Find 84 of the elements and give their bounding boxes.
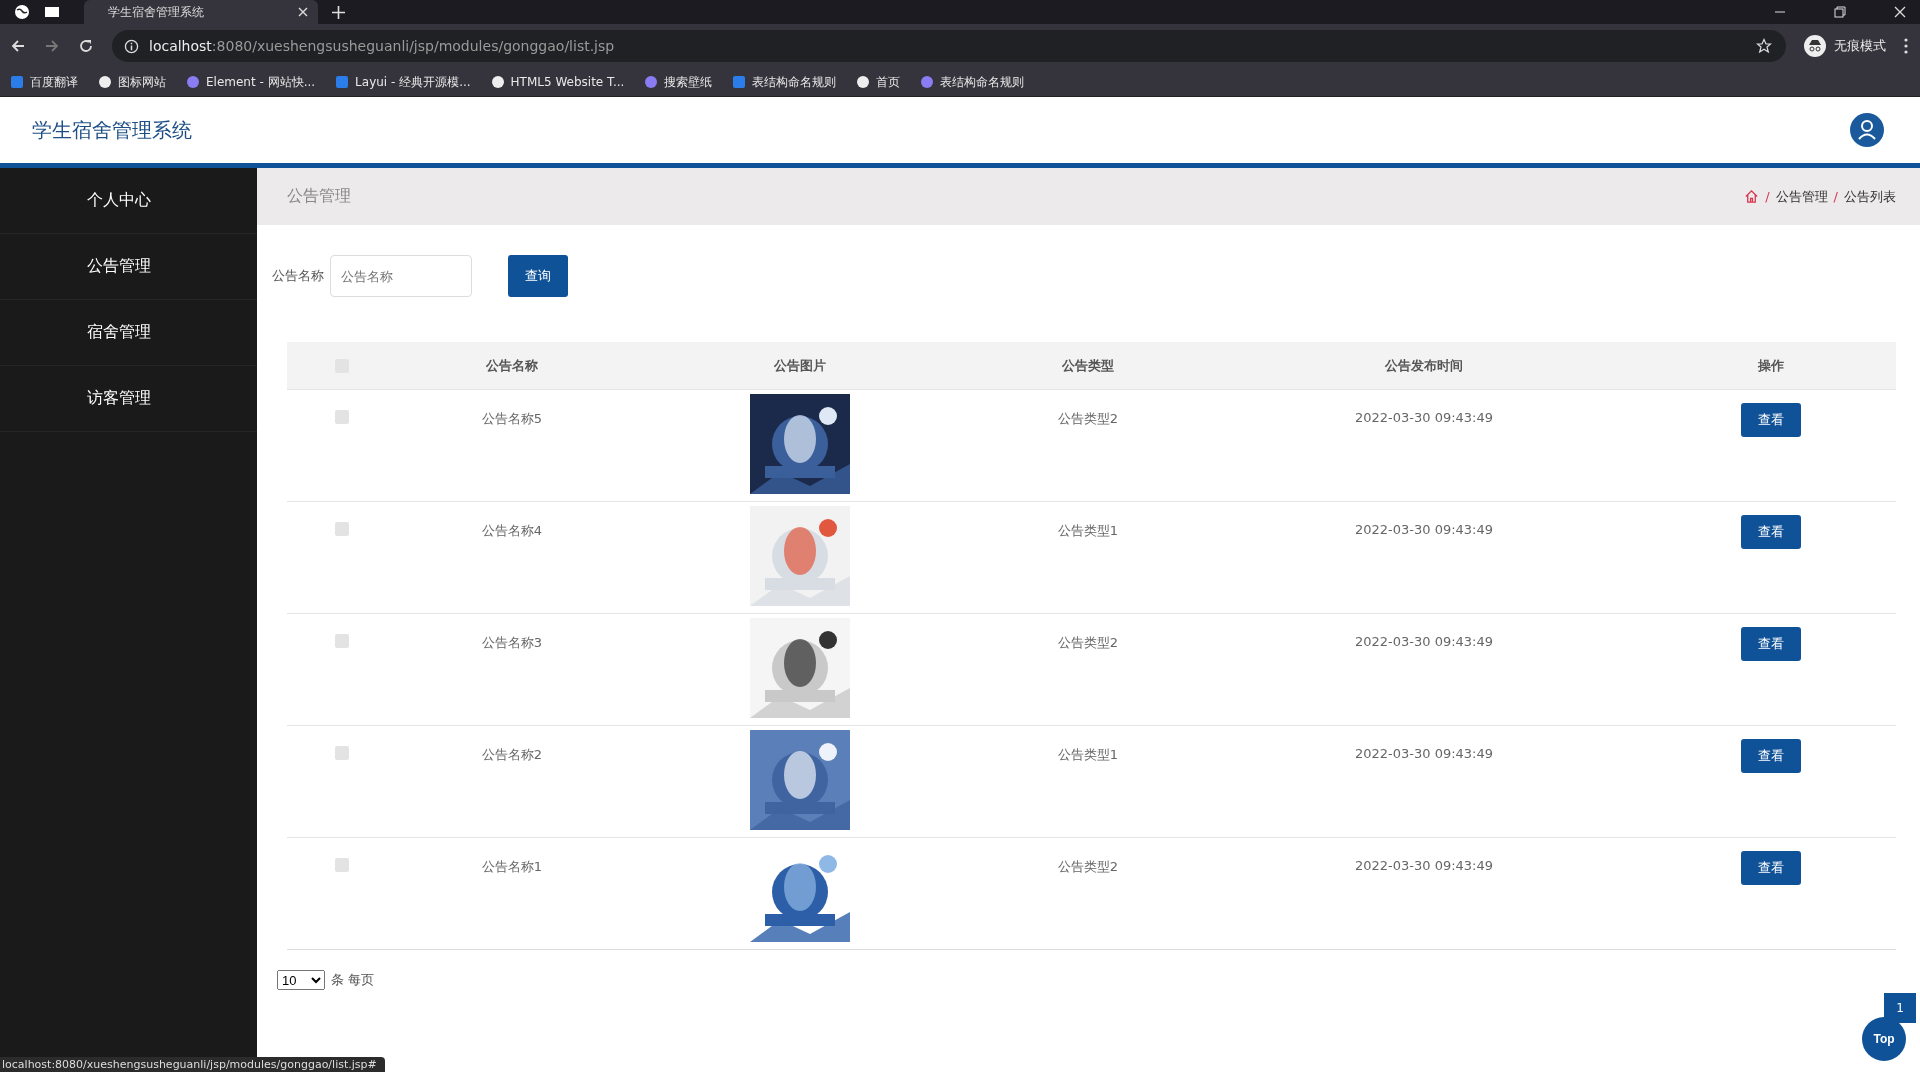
table-cell: 2022-03-30 09:43:49 <box>1354 746 1494 761</box>
table-cell: 公告类型2 <box>1057 634 1119 652</box>
bookmark[interactable]: Layui - 经典开源模... <box>335 73 471 91</box>
window-icon[interactable] <box>44 4 60 20</box>
home-icon[interactable] <box>1744 189 1760 204</box>
column-header: 公告发布时间 <box>1385 356 1463 375</box>
bookmark-icon <box>732 75 747 89</box>
back-to-top-button[interactable]: Top <box>1862 1017 1906 1061</box>
breadcrumb-separator: / <box>1833 189 1838 204</box>
breadcrumb-separator: / <box>1765 189 1770 204</box>
bookmark-icon <box>186 75 200 89</box>
bookmark-icon <box>856 75 871 89</box>
url-text: localhost:8080/xueshengsusheguanli/jsp/modules/gonggao/list.jsp <box>149 38 615 54</box>
bookmark-icon <box>10 75 24 89</box>
bookmark[interactable]: 图标网站 <box>98 73 166 91</box>
breadcrumb-link[interactable]: 公告管理 <box>1775 187 1828 206</box>
row-checkbox[interactable] <box>335 634 349 648</box>
view-button[interactable]: 查看 <box>1740 403 1801 437</box>
back-icon[interactable] <box>10 38 26 54</box>
column-header: 公告图片 <box>774 356 826 375</box>
table-cell: 公告名称2 <box>481 746 543 764</box>
row-checkbox[interactable] <box>335 522 349 536</box>
incognito-icon <box>1804 35 1826 57</box>
info-icon <box>124 38 139 54</box>
bookmark-icon <box>335 75 350 89</box>
browser-tab[interactable]: 学生宿舍管理系统 <box>84 0 318 24</box>
user-avatar-icon[interactable] <box>1850 113 1884 147</box>
star-icon[interactable] <box>1756 38 1772 54</box>
bookmark[interactable]: 首页 <box>856 73 901 91</box>
view-button[interactable]: 查看 <box>1740 627 1801 661</box>
bookmark[interactable]: 表结构命名规则 <box>732 73 837 91</box>
page-size-label: 条 每页 <box>331 971 375 989</box>
status-url: localhost:8080/xueshengsusheguanli/jsp/modules/gonggao/list.jsp# <box>0 1057 385 1072</box>
incognito-button[interactable]: 无痕模式 <box>1804 35 1886 57</box>
bookmark-icon <box>490 75 505 89</box>
row-checkbox[interactable] <box>335 410 349 424</box>
address-bar[interactable]: localhost:8080/xueshengsusheguanli/jsp/modules/gonggao/list.jsp <box>112 30 1786 62</box>
table-cell: 公告名称1 <box>481 858 543 876</box>
table-cell: 2022-03-30 09:43:49 <box>1354 522 1494 537</box>
search-label: 公告名称 <box>272 267 324 285</box>
close-icon[interactable] <box>1894 6 1906 18</box>
bookmark-icon <box>98 75 112 89</box>
search-field[interactable]: 公告名称 <box>330 255 472 297</box>
sidebar-item[interactable]: 宿舍管理 <box>0 300 257 366</box>
search-button[interactable]: 查询 <box>508 255 568 297</box>
bookmark-icon <box>920 75 935 89</box>
table-cell: 公告名称4 <box>481 522 543 540</box>
bookmark[interactable]: Element - 网站快... <box>186 73 316 91</box>
breadcrumb-link[interactable]: 公告列表 <box>1844 187 1896 206</box>
browser-icon[interactable] <box>14 4 30 20</box>
restore-icon[interactable] <box>1834 6 1846 18</box>
table-cell: 公告类型2 <box>1057 410 1119 428</box>
plus-icon[interactable] <box>332 5 345 19</box>
page-size-select[interactable]: 10 <box>277 970 325 990</box>
table-cell: 公告类型2 <box>1057 858 1119 876</box>
sidebar-item[interactable]: 访客管理 <box>0 366 257 432</box>
app-title: 学生宿舍管理系统 <box>32 116 192 144</box>
table-cell: 公告名称3 <box>481 634 543 652</box>
column-header: 操作 <box>1757 356 1784 375</box>
page-title: 公告管理 <box>287 186 351 207</box>
table-cell: 2022-03-30 09:43:49 <box>1354 634 1494 649</box>
row-checkbox[interactable] <box>335 858 349 872</box>
table-cell: 公告类型1 <box>1057 522 1119 540</box>
view-button[interactable]: 查看 <box>1740 515 1801 549</box>
column-header: 公告名称 <box>486 356 538 375</box>
view-button[interactable]: 查看 <box>1740 851 1801 885</box>
forward-icon[interactable] <box>44 38 60 54</box>
reload-icon[interactable] <box>78 38 94 54</box>
bookmark-icon <box>644 75 659 89</box>
bookmark[interactable]: 搜索壁纸 <box>644 73 713 91</box>
bookmark[interactable]: 百度翻译 <box>10 73 78 91</box>
bookmark[interactable]: HTML5 Website T... <box>490 75 625 89</box>
table-cell: 公告类型1 <box>1057 746 1119 764</box>
view-button[interactable]: 查看 <box>1740 739 1801 773</box>
column-header: 公告类型 <box>1062 356 1114 375</box>
page-badge: 1 <box>1884 993 1916 1023</box>
sidebar-item[interactable]: 公告管理 <box>0 234 257 300</box>
row-checkbox[interactable] <box>335 746 349 760</box>
table-cell: 2022-03-30 09:43:49 <box>1354 410 1494 425</box>
more-icon[interactable] <box>1904 38 1908 54</box>
table-cell: 公告名称5 <box>481 410 543 428</box>
close-icon[interactable] <box>298 7 308 17</box>
bookmark[interactable]: 表结构命名规则 <box>920 73 1025 91</box>
table-cell: 2022-03-30 09:43:49 <box>1354 858 1494 873</box>
